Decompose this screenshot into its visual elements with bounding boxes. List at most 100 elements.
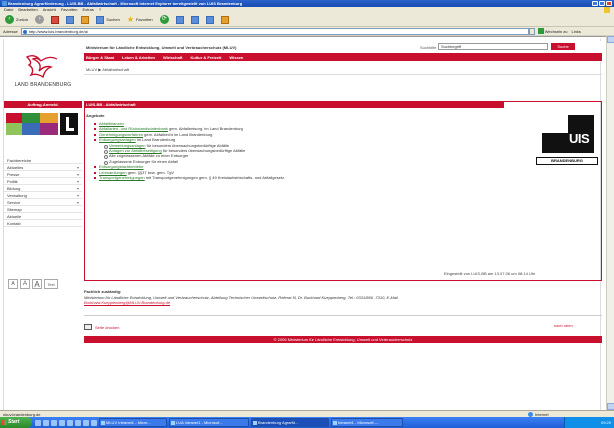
nav-service[interactable]: Service ▾ — [4, 199, 82, 206]
page-footer: © 2006 Ministerium für Ländliche Entwick… — [84, 336, 602, 343]
font-large-button[interactable]: A — [32, 279, 42, 289]
top-strip: Ministerium für Ländliche Entwicklung, U… — [84, 41, 602, 53]
email-link[interactable]: Burkhard.Kueppenberg@MLUV.Brandenburg.de — [84, 300, 170, 305]
browser-viewport: LAND BRANDENBURG Auftrag-Anmeld. Fachber… — [0, 36, 614, 410]
print-page-link[interactable]: Seite drucken — [84, 324, 119, 330]
address-dropdown[interactable] — [528, 27, 535, 35]
list-link[interactable]: Abfallbilanzen — [99, 121, 124, 126]
refresh-button[interactable] — [64, 15, 76, 25]
address-input[interactable]: http://www.luis.brandenburg.de/a/ — [20, 27, 529, 35]
quicklaunch-desktop-icon[interactable] — [35, 419, 41, 426]
search-button[interactable]: Suchen — [94, 15, 122, 25]
forward-button[interactable]: › — [33, 15, 46, 25]
site-search-input[interactable] — [438, 43, 548, 50]
taskbar-button[interactable]: LUA Intranet1 - Microsof... — [169, 418, 249, 427]
stop-button[interactable] — [49, 15, 61, 25]
taskbar-button-active[interactable]: Brandenburg Agrarfö... — [251, 418, 329, 427]
nav-politik[interactable]: Politik ▾ — [4, 178, 82, 185]
refresh-icon — [66, 15, 75, 24]
quicklaunch-word-icon[interactable] — [75, 419, 81, 426]
to-top-link[interactable]: nach oben — [554, 323, 573, 328]
quick-launch — [35, 419, 97, 426]
maximize-button[interactable] — [599, 1, 605, 6]
list-link[interactable]: Transportgenehmigungen — [99, 175, 145, 180]
quicklaunch-media-icon[interactable] — [67, 419, 73, 426]
left-menu-heading[interactable]: Auftrag-Anmeld. — [4, 101, 82, 108]
favorites-button[interactable]: ★ Favoriten — [125, 15, 155, 25]
main-column: Ministerium für Ländliche Entwicklung, U… — [84, 39, 602, 410]
taskbar-button[interactable]: MLUV Intranet1 - Micro... — [99, 418, 167, 427]
list-text: im Land Brandenburg — [135, 137, 176, 143]
nav-wissen[interactable]: Wissen — [229, 55, 243, 60]
list-link[interactable]: Lehrsamlungen — [99, 170, 127, 175]
nav-label: Verwaltung — [7, 193, 27, 198]
nav-aktuelles[interactable]: Aktuelles ▾ — [4, 164, 82, 171]
nav-presse[interactable]: Presse ▾ — [4, 171, 82, 178]
go-button[interactable]: Wechseln zu — [537, 28, 568, 34]
list-text: Zugelassene Entsorger für einen Abfall — [109, 158, 178, 164]
nav-sitemap[interactable]: Sitemap — [4, 206, 82, 213]
ministry-title: Ministerium für Ländliche Entwicklung, U… — [86, 45, 237, 50]
font-medium-button[interactable]: A — [20, 279, 30, 289]
nav-kultur-freizeit[interactable]: Kultur & Freizeit — [191, 55, 222, 60]
folder-button[interactable] — [219, 15, 231, 25]
brandenburg-logo[interactable]: LAND BRANDENBURG — [4, 39, 82, 99]
nav-aktuelle[interactable]: Aktuelle — [4, 213, 82, 220]
nav-label: Service — [7, 200, 21, 205]
quicklaunch-mail-icon[interactable] — [91, 419, 97, 426]
list-link[interactable]: Genehmigungsverfahren — [99, 132, 143, 137]
home-button[interactable] — [79, 15, 91, 25]
close-button[interactable] — [606, 1, 612, 6]
back-label: Zurück — [16, 17, 29, 22]
taskbar-button[interactable]: Intranet1 - Microsoft -... — [331, 418, 403, 427]
font-small-button[interactable]: A — [8, 279, 18, 289]
statusbar: nkuv.brandenburg.de Internet — [0, 410, 614, 417]
list-text: gem. Abfallentsorg. im Land Brandenburg — [167, 126, 243, 132]
minimize-button[interactable] — [592, 1, 598, 6]
chevron-down-icon: ▾ — [76, 165, 79, 170]
vertical-scrollbar[interactable] — [606, 36, 614, 410]
uis-brandenburg-logo[interactable]: UIS BRANDENBURG — [534, 111, 600, 171]
forward-arrow-icon: › — [35, 15, 45, 24]
breadcrumb[interactable]: MLUV ▶ Abfallwirtschaft — [86, 67, 129, 72]
nav-bildung[interactable]: Bildung ▾ — [4, 185, 82, 192]
scroll-up-arrow-icon[interactable] — [607, 36, 614, 43]
nav-kontakt[interactable]: Kontakt — [4, 220, 82, 227]
chevron-down-icon: ▾ — [76, 193, 79, 198]
quicklaunch-outlook-icon[interactable] — [51, 419, 57, 426]
print-button[interactable] — [189, 15, 201, 25]
nav-label: Sitemap — [7, 207, 22, 212]
quicklaunch-excel-icon[interactable] — [83, 419, 89, 426]
links-button[interactable]: Links — [572, 29, 581, 34]
list-link[interactable]: Abfallarten- und Rückstandsdatenbank — [99, 126, 168, 131]
quicklaunch-ie-icon[interactable] — [43, 419, 49, 426]
address-bar: Adresse http://www.luis.brandenburg.de/a… — [0, 27, 614, 35]
nav-verwaltung[interactable]: Verwaltung ▾ — [4, 192, 82, 199]
list-link[interactable]: Anlagen zur Abfallbeseitigung — [109, 148, 162, 153]
list-link[interactable]: Verwertungsanlagen — [109, 143, 145, 148]
nav-wirtschaft[interactable]: Wirtschaft — [163, 55, 183, 60]
list-link[interactable]: Entsorgungsanlagen — [99, 137, 136, 142]
back-button[interactable]: ‹ Zurück — [3, 15, 30, 25]
scroll-down-arrow-icon[interactable] — [607, 403, 614, 410]
nav-label: Presse — [7, 172, 20, 177]
nav-label: Fachbereiche — [7, 158, 32, 163]
nav-label: Kontakt — [7, 221, 21, 226]
address-label: Adresse — [3, 28, 18, 34]
clock[interactable]: 09:20 — [601, 420, 611, 425]
nav-leben-arbeiten[interactable]: Leben & Arbeiten — [122, 55, 155, 60]
font-size-controls: A A A Text — [8, 279, 58, 289]
text-only-button[interactable]: Text — [44, 279, 58, 289]
history-button[interactable]: ⟳ — [158, 15, 171, 25]
list-link[interactable]: Entsorgungsfachbetriebe — [99, 164, 143, 169]
site-search-button[interactable]: Suche — [551, 43, 575, 50]
edit-button[interactable] — [204, 15, 216, 25]
home-icon — [81, 15, 90, 24]
quicklaunch-explorer-icon[interactable] — [59, 419, 65, 426]
nav-fachbereiche[interactable]: Fachbereiche — [4, 157, 82, 164]
color-mosaic — [4, 109, 82, 144]
nav-buerger-staat[interactable]: Bürger & Staat — [86, 55, 114, 60]
start-button[interactable]: Start — [0, 417, 32, 428]
mail-button[interactable] — [174, 15, 186, 25]
search-help-link[interactable]: Suchhilfe — [420, 45, 436, 50]
